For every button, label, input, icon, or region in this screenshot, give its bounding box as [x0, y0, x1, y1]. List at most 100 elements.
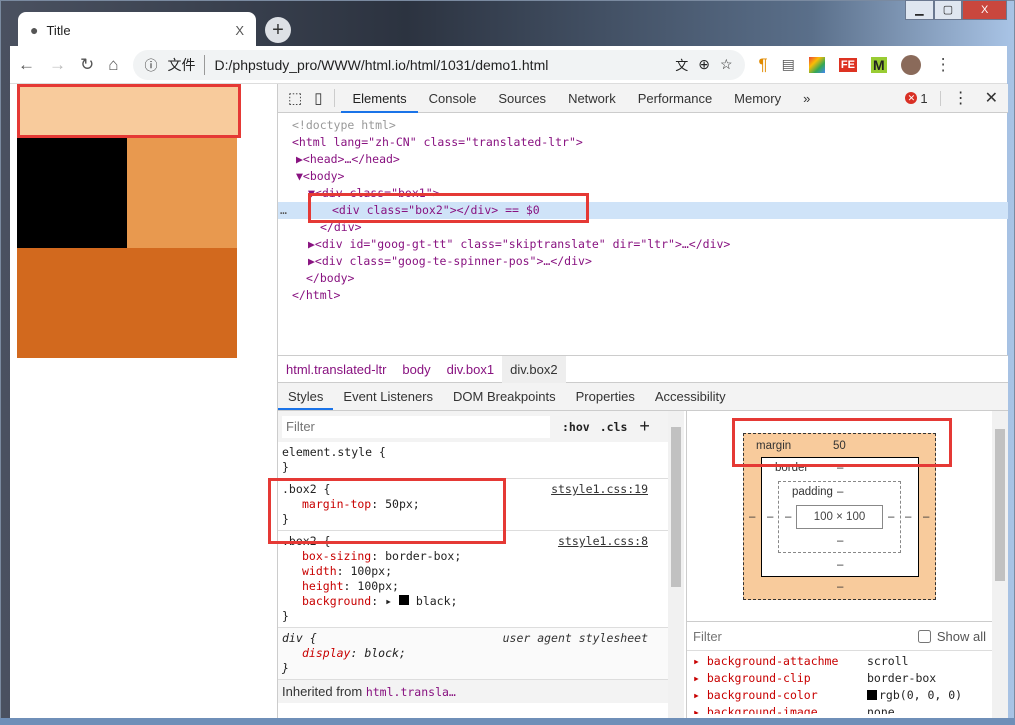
dom-node[interactable]: <!doctype html> — [278, 117, 1008, 134]
m-extension-icon[interactable]: M — [870, 56, 887, 73]
box2 — [17, 138, 127, 248]
css-property[interactable]: width: 100px; — [282, 564, 664, 579]
css-property[interactable]: box-sizing: border-box; — [282, 549, 664, 564]
computed-property[interactable]: ▸ background-color rgb(0, 0, 0) — [687, 687, 992, 704]
dom-node[interactable]: ▶<div id="goog-gt-tt" class="skiptransla… — [278, 236, 1008, 253]
reader-extension-icon[interactable]: ▤ — [782, 56, 795, 73]
computed-property[interactable]: ▸ background-attachme scroll — [687, 653, 992, 670]
source-link[interactable]: stsyle1.css:8 — [558, 534, 648, 549]
css-property[interactable]: height: 100px; — [282, 579, 664, 594]
tab-title: Title — [46, 22, 71, 38]
inspect-icon[interactable]: ⬚ — [278, 89, 310, 107]
new-tab-button[interactable]: + — [265, 17, 291, 43]
computed-property[interactable]: ▸ background-image none — [687, 704, 992, 714]
highlight-box — [308, 193, 589, 223]
more-tabs-button[interactable]: » — [792, 84, 821, 113]
computed-filter-input[interactable] — [693, 628, 918, 644]
browser-tab[interactable]: ● Title X — [18, 12, 256, 48]
page-viewport — [10, 84, 277, 718]
tab-close-button[interactable]: X — [235, 23, 244, 38]
close-devtools-button[interactable]: ✕ — [981, 88, 1008, 108]
breadcrumb-item[interactable]: div.box2 — [502, 355, 566, 383]
css-property[interactable]: background: ▸ black; — [282, 594, 664, 609]
window-bottom-border — [0, 718, 1015, 725]
box1 — [127, 138, 237, 248]
maximize-button[interactable]: ▢ — [933, 0, 963, 20]
styles-pane: :hov .cls + element.style { } .box2 { st… — [268, 411, 686, 718]
breadcrumb-item[interactable]: body — [394, 356, 438, 383]
address-bar[interactable]: ⓘ 文件 D:/phpstudy_pro/WWW/html.io/html/10… — [132, 49, 745, 80]
tab-network[interactable]: Network — [557, 84, 627, 113]
content-box[interactable]: 100 × 100 — [796, 505, 883, 529]
styles-filter-row: :hov .cls + — [278, 411, 668, 442]
element-style-rule: element.style { } — [278, 442, 668, 479]
colorful-extension-icon[interactable] — [808, 56, 825, 73]
css-rule-user-agent: div { user agent stylesheet display: blo… — [278, 628, 668, 680]
computed-property[interactable]: ▸ background-clip border-box — [687, 670, 992, 687]
styles-filter-input[interactable] — [282, 415, 550, 438]
css-property: display: block; — [302, 646, 406, 660]
breadcrumb-item[interactable]: div.box1 — [439, 356, 502, 383]
device-toolbar-icon[interactable]: ▯ — [310, 89, 336, 107]
dom-node[interactable]: </html> — [278, 287, 1008, 304]
info-icon[interactable]: ⓘ — [145, 55, 158, 74]
cls-toggle[interactable]: .cls — [600, 420, 628, 434]
hov-toggle[interactable]: :hov — [562, 420, 590, 434]
tab-styles[interactable]: Styles — [278, 383, 334, 410]
show-all-label: Show all — [936, 628, 986, 644]
reload-icon[interactable]: ↻ — [80, 55, 94, 75]
dom-node[interactable]: ▶<div class="goog-te-spinner-pos">…</div… — [278, 253, 1008, 270]
tab-properties[interactable]: Properties — [566, 383, 645, 410]
error-icon[interactable]: ✕ — [905, 92, 918, 104]
dom-node[interactable]: ▶<head>…</head> — [278, 151, 1008, 168]
zoom-icon[interactable]: ⊕ — [698, 56, 710, 73]
bottom-box — [17, 248, 237, 358]
tab-event-listeners[interactable]: Event Listeners — [333, 383, 443, 410]
tab-memory[interactable]: Memory — [723, 84, 792, 113]
settings-menu-icon[interactable]: ⋮ — [941, 88, 981, 108]
tab-dom-breakpoints[interactable]: DOM Breakpoints — [443, 383, 566, 410]
minimize-button[interactable]: ▁ — [905, 0, 934, 20]
breadcrumb: html.translated-ltr body div.box1 div.bo… — [278, 355, 1008, 383]
padding-label: padding — [792, 486, 833, 498]
inherited-header: Inherited from html.transla… — [278, 680, 668, 703]
dom-node[interactable]: <html lang="zh-CN" class="translated-ltr… — [278, 134, 1008, 151]
file-label: 文件 — [168, 54, 205, 75]
star-icon[interactable]: ☆ — [720, 56, 733, 73]
window-controls: ▁ ▢ X — [905, 0, 1008, 20]
dom-node[interactable]: ▼<body> — [278, 168, 1008, 185]
scrollbar-thumb[interactable] — [671, 427, 681, 587]
breadcrumb-item[interactable]: html.translated-ltr — [278, 356, 394, 383]
tab-accessibility[interactable]: Accessibility — [645, 383, 736, 410]
css-rule-box2: .box2 { stsyle1.css:8 box-sizing: border… — [278, 531, 668, 628]
fe-extension-icon[interactable]: FE — [838, 57, 857, 72]
home-icon[interactable]: ⌂ — [108, 55, 118, 75]
user-agent-label: user agent stylesheet — [502, 631, 648, 645]
paragraph-extension-icon[interactable]: ¶ — [759, 55, 768, 75]
url-text[interactable]: D:/phpstudy_pro/WWW/html.io/html/1031/de… — [215, 57, 666, 73]
error-count[interactable]: 1 — [917, 90, 941, 106]
inherited-link[interactable]: html.transla… — [366, 685, 456, 699]
styles-scrollbar[interactable] — [668, 411, 684, 718]
box2-margin-highlight — [17, 84, 241, 138]
browser-toolbar: ← → ↻ ⌂ ⓘ 文件 D:/phpstudy_pro/WWW/html.io… — [10, 46, 1007, 84]
show-all-checkbox[interactable] — [917, 629, 931, 643]
dom-node[interactable]: </body> — [278, 270, 1008, 287]
forward-icon[interactable]: → — [49, 55, 66, 75]
tab-console[interactable]: Console — [418, 84, 488, 113]
tab-sources[interactable]: Sources — [487, 84, 557, 113]
avatar[interactable] — [900, 54, 921, 75]
new-rule-button[interactable]: + — [639, 416, 650, 437]
dom-tree: <!doctype html> <html lang="zh-CN" class… — [278, 113, 1008, 355]
source-link[interactable]: stsyle1.css:19 — [551, 482, 648, 497]
highlight-box — [732, 418, 952, 467]
close-window-button[interactable]: X — [962, 0, 1008, 20]
tab-elements[interactable]: Elements — [341, 84, 418, 113]
tab-performance[interactable]: Performance — [627, 84, 723, 113]
back-icon[interactable]: ← — [18, 55, 35, 75]
computed-pane: Show all ▸ background-attachmescroll ▸ b… — [687, 621, 992, 714]
menu-icon[interactable]: ⋮ — [935, 55, 952, 75]
box-scrollbar[interactable] — [992, 411, 1008, 718]
color-swatch[interactable] — [398, 595, 409, 605]
translate-icon[interactable]: 文 — [675, 55, 688, 74]
